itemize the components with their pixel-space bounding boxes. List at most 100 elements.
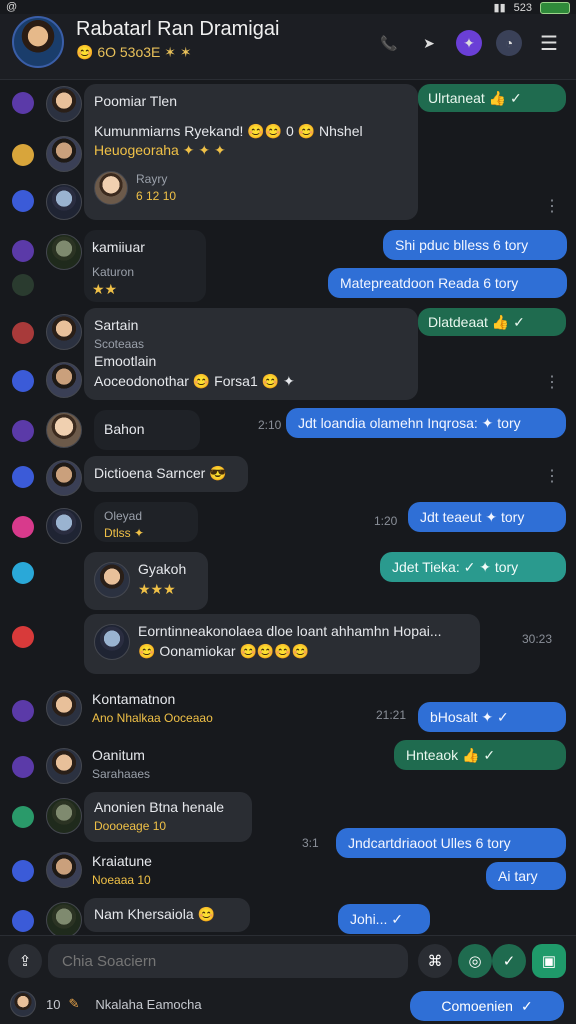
message-text: Kumunmiarns Ryekand! 😊😊 0 😊 Nhshel — [94, 122, 363, 139]
reply-preview[interactable]: Rayry 6 12 10 — [94, 170, 408, 205]
timestamp: 3:1 — [302, 836, 319, 850]
more-icon[interactable]: ⋮ — [544, 466, 560, 486]
signal-icon: ▮▮ — [493, 2, 506, 14]
message-input[interactable] — [48, 944, 408, 978]
timestamp: 1:20 — [374, 514, 398, 528]
reaction-icon[interactable] — [12, 92, 34, 114]
message-bubble[interactable]: Kraiatune Noeaaa 10 — [84, 848, 254, 892]
puzzle-icon[interactable]: ✦ — [456, 30, 482, 56]
reply-avatar — [94, 170, 128, 205]
reaction-icon[interactable] — [12, 806, 34, 828]
send-icon[interactable]: ✓ — [492, 944, 526, 978]
reaction-icon[interactable] — [12, 516, 34, 538]
avatar[interactable] — [46, 690, 82, 726]
avatar[interactable] — [46, 136, 82, 172]
message-text: bHosalt ✦ ✓ — [430, 709, 509, 725]
outgoing-message[interactable]: Hnteaok 👍 ✓ — [394, 740, 566, 770]
share-icon[interactable]: ➤ — [416, 30, 442, 56]
reaction-icon[interactable] — [12, 910, 34, 932]
composer: ⇪ ⌘ ◎ ✓ ▣ 10 ✎ Nkalaha Eamocha Comoenien… — [0, 935, 576, 1024]
timestamp: 30:23 — [522, 632, 553, 646]
outgoing-message[interactable]: Jdt loandia olamehn Inqrosa: ✦ tory — [286, 408, 566, 438]
chat-header: Rabatarl Ran Dramigai 😊 6O 53o3E ✶ ✶ 📞 ➤… — [0, 14, 576, 80]
attach-icon[interactable]: ⇪ — [8, 944, 42, 978]
outgoing-message[interactable]: Johi... ✓ — [338, 904, 430, 934]
group-avatar[interactable] — [12, 16, 64, 68]
avatar[interactable] — [46, 412, 82, 448]
outgoing-message[interactable]: Ulrtaneat 👍 ✓ — [418, 84, 566, 112]
reaction-icon[interactable] — [12, 466, 34, 488]
outgoing-message[interactable]: bHosalt ✦ ✓ — [418, 702, 566, 732]
reaction-icon[interactable] — [12, 240, 34, 262]
more-icon[interactable]: ⋮ — [544, 196, 560, 216]
reaction-icon[interactable] — [12, 700, 34, 722]
message-text: Jdet Tieka: ✓ ✦ tory — [392, 559, 519, 575]
message-bubble[interactable]: Nam Khersaiola 😊 — [84, 898, 250, 932]
outgoing-message[interactable]: Jdet Tieka: ✓ ✦ tory — [380, 552, 566, 582]
battery-icon — [540, 1, 570, 14]
sticker-icon[interactable]: ⌘ — [418, 944, 452, 978]
message-text: Johi... ✓ — [350, 911, 403, 927]
footer-left: 10 ✎ Nkalaha Eamocha — [10, 991, 202, 1017]
phone-icon[interactable]: 📞 — [376, 30, 402, 56]
comment-button[interactable]: Comoenien ✓ — [410, 991, 564, 1021]
reaction-icon[interactable] — [12, 756, 34, 778]
reaction-icon[interactable] — [12, 322, 34, 344]
avatar[interactable] — [46, 234, 82, 270]
message-bubble[interactable]: Anonien Btna henale Doooeage 10 — [84, 792, 252, 842]
message-bubble[interactable]: Poomiar Tlen Kumunmiarns Ryekand! 😊😊 0 😊… — [84, 84, 418, 220]
reaction-icon[interactable] — [12, 562, 34, 584]
message-bubble[interactable]: Gyakoh ★★★ — [84, 552, 208, 610]
outgoing-message[interactable]: Jdt teaeut ✦ tory — [408, 502, 566, 532]
sender-name: Oanitum — [92, 747, 145, 763]
avatar[interactable] — [46, 852, 82, 888]
my-avatar[interactable] — [10, 991, 36, 1017]
avatar[interactable] — [46, 86, 82, 122]
outgoing-message[interactable]: Matepreatdoon Reada 6 tory — [328, 268, 567, 298]
message-text: Eorntinneakonolaea dloe loant ahhamhn Ho… — [138, 623, 442, 639]
stars: ★★ — [92, 281, 118, 298]
emoji: 😊 — [197, 906, 215, 922]
reaction-icon[interactable] — [12, 626, 34, 648]
menu-icon[interactable]: ☰ — [536, 30, 562, 56]
avatar[interactable] — [46, 798, 82, 834]
avatar[interactable] — [46, 748, 82, 784]
avatar[interactable] — [46, 902, 82, 935]
outgoing-message[interactable]: Shi pduc blless 6 tory — [383, 230, 567, 260]
reaction-icon[interactable] — [12, 420, 34, 442]
record-icon[interactable]: ◎ — [458, 944, 492, 978]
avatar[interactable] — [46, 362, 82, 398]
message-bubble[interactable]: Oanitum Sarahaaes — [84, 742, 244, 786]
avatar[interactable] — [46, 184, 82, 220]
reaction-icon[interactable] — [12, 860, 34, 882]
message-bubble[interactable]: Sartain Scoteaas Emootlain Aoceodonothar… — [84, 308, 418, 400]
coin-icon: ✎ — [68, 996, 80, 1011]
message-feed[interactable]: Poomiar Tlen Kumunmiarns Ryekand! 😊😊 0 😊… — [0, 80, 576, 935]
message-bubble[interactable]: Kontamatnon Ano Nhalkaa Ooceaao — [84, 686, 264, 730]
avatar[interactable] — [46, 508, 82, 544]
gift-icon[interactable]: ▣ — [532, 944, 566, 978]
outgoing-message[interactable]: Jndcartdriaoot Ulles 6 tory — [336, 828, 566, 858]
reaction-icon[interactable] — [12, 274, 34, 296]
coin-count: 10 — [46, 996, 61, 1012]
outgoing-message[interactable]: Dlatdeaat 👍 ✓ — [418, 308, 566, 336]
message-bubble[interactable]: Oleyad Dtlss ✦ — [94, 502, 198, 542]
header-avatar[interactable]: ◔ — [496, 30, 522, 56]
message-text: Jdt teaeut ✦ tory — [420, 509, 525, 525]
reaction-icon[interactable] — [12, 190, 34, 212]
message-bubble[interactable]: Bahon — [94, 410, 200, 450]
more-icon[interactable]: ⋮ — [544, 372, 560, 392]
outgoing-message[interactable]: Ai tary — [486, 862, 566, 890]
message-bubble[interactable]: Dictioena Sarncer 😎 — [84, 456, 248, 492]
avatar[interactable] — [46, 314, 82, 350]
avatar[interactable] — [46, 460, 82, 496]
sender-name: kamiiuar — [92, 239, 145, 255]
sender-name: Dictioena Sarncer — [94, 465, 206, 481]
reaction-icon[interactable] — [12, 370, 34, 392]
message-bubble[interactable]: kamiiuar Katuron ★★ — [84, 230, 206, 302]
status-icon: @ — [6, 1, 18, 13]
timestamp: 2:10 — [258, 418, 282, 432]
sender-sub: Doooeage 10 — [94, 818, 167, 833]
message-bubble[interactable]: Eorntinneakonolaea dloe loant ahhamhn Ho… — [84, 614, 480, 674]
reaction-icon[interactable] — [12, 144, 34, 166]
